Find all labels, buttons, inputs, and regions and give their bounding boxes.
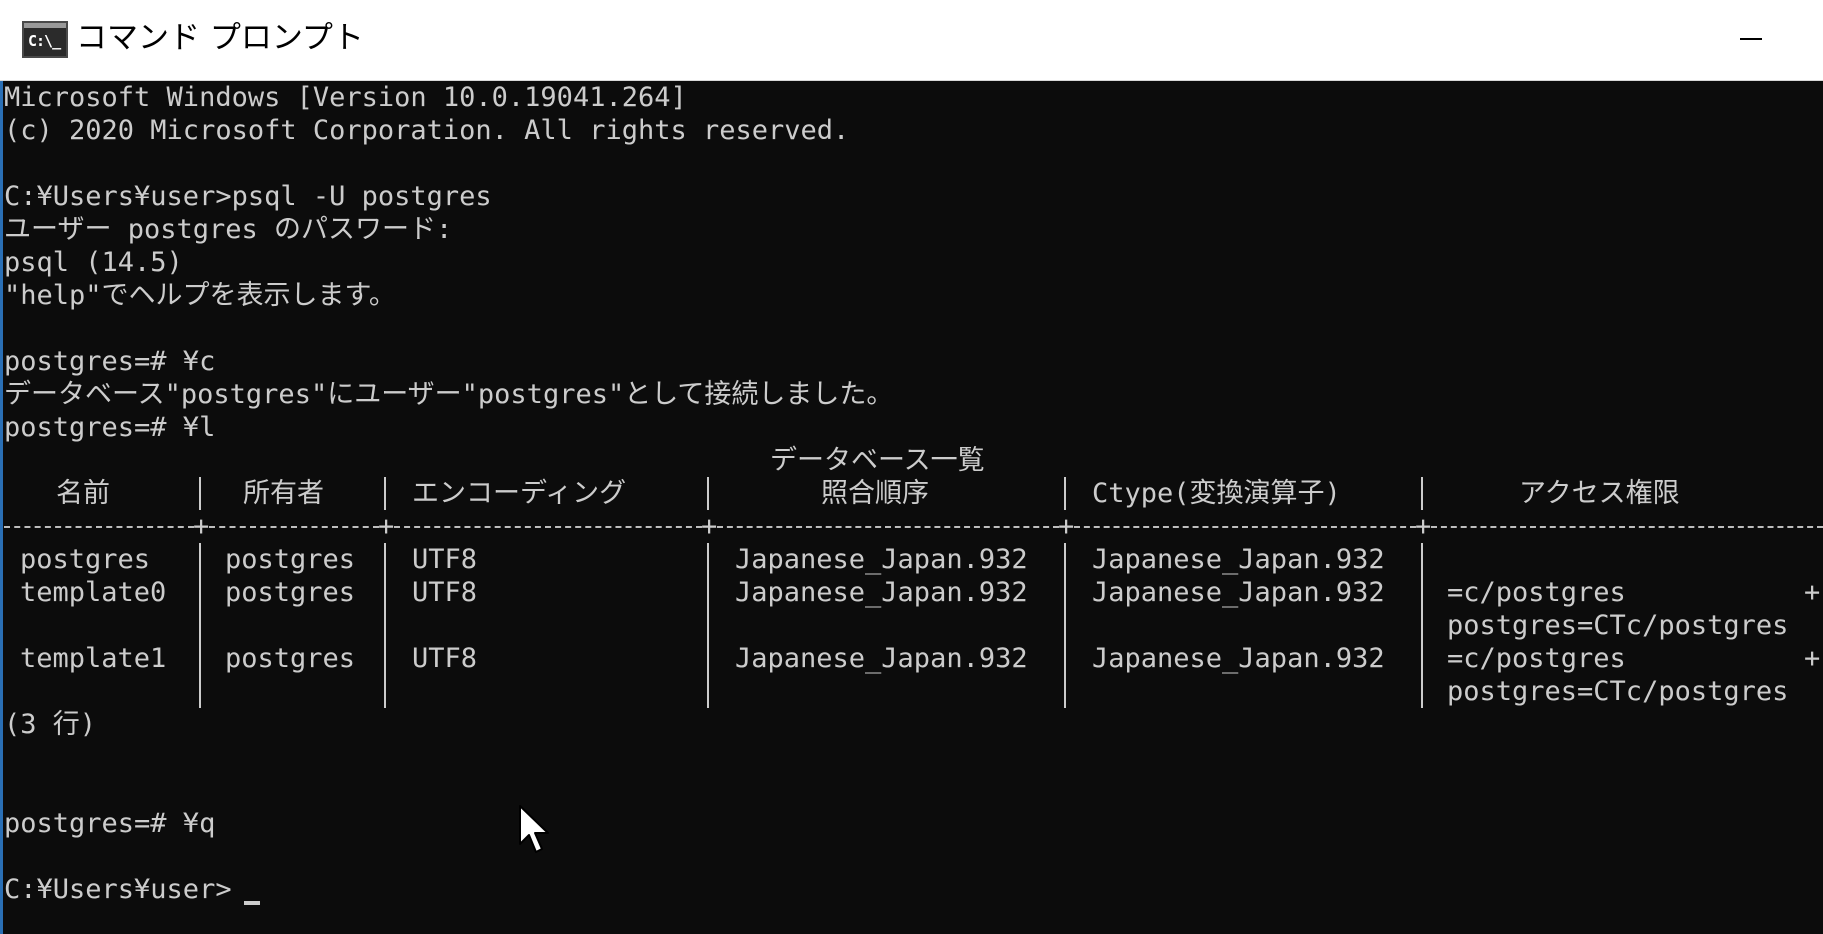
- table-row: postgres postgres UTF8 Japanese_Japan.93…: [4, 543, 1823, 576]
- table-header-divider: + + + + +: [4, 510, 1823, 543]
- cell-encoding: UTF8: [412, 643, 478, 674]
- cell-access-privileges: postgres=CTc/postgres: [1447, 610, 1789, 641]
- app-icon-glyph: C:\_: [28, 32, 61, 50]
- console-line-list-command: postgres=# ¥l: [4, 412, 216, 443]
- console-line-copyright: (c) 2020 Microsoft Corporation. All righ…: [4, 115, 850, 146]
- header-encoding: エンコーディング: [412, 478, 627, 509]
- header-owner: 所有者: [243, 478, 324, 509]
- table-header-row: 名前 所有者 エンコーディング 照合順序 Ctype(変換演算子) アクセス権限: [4, 477, 1823, 510]
- cell-ctype: Japanese_Japan.932: [1092, 577, 1385, 608]
- minimize-button[interactable]: [1722, 18, 1778, 60]
- title-bar[interactable]: C:\_ コマンド プロンプト: [0, 0, 1823, 81]
- console-line-psql-version: psql (14.5): [4, 247, 183, 278]
- console-current-prompt: C:¥Users¥user>: [4, 874, 232, 905]
- header-name: 名前: [56, 478, 110, 509]
- cell-ctype: Japanese_Japan.932: [1092, 544, 1385, 575]
- cell-encoding: UTF8: [412, 577, 478, 608]
- text-cursor: [244, 901, 260, 905]
- console-output[interactable]: Microsoft Windows [Version 10.0.19041.26…: [4, 81, 1823, 934]
- console-line-password-prompt: ユーザー postgres のパスワード:: [4, 214, 453, 245]
- cell-collate: Japanese_Japan.932: [735, 544, 1028, 575]
- cell-owner: postgres: [225, 643, 356, 674]
- header-access-privileges: アクセス権限: [1519, 478, 1680, 509]
- cell-name: template1: [20, 643, 167, 674]
- table-row-continuation: postgres=CTc/postgres: [4, 609, 1823, 642]
- cell-collate: Japanese_Japan.932: [735, 577, 1028, 608]
- window-title: コマンド プロンプト: [76, 20, 364, 56]
- window-left-edge: [0, 81, 3, 934]
- table-row: template1 postgres UTF8 Japanese_Japan.9…: [4, 642, 1823, 675]
- cell-access-privileges: =c/postgres: [1447, 577, 1626, 608]
- console-line-connect-command: postgres=# ¥c: [4, 346, 216, 377]
- console-line-help-hint: "help"でヘルプを表示します。: [4, 280, 396, 311]
- cell-owner: postgres: [225, 544, 356, 575]
- table-row-continuation: postgres=CTc/postgres: [4, 675, 1823, 708]
- header-collate: 照合順序: [821, 478, 929, 509]
- cell-access-privileges: =c/postgres: [1447, 643, 1626, 674]
- mouse-pointer-icon: [519, 805, 549, 853]
- cell-collate: Japanese_Japan.932: [735, 643, 1028, 674]
- cell-continuation-plus: +: [1804, 577, 1821, 608]
- table-row: template0 postgres UTF8 Japanese_Japan.9…: [4, 576, 1823, 609]
- cell-ctype: Japanese_Japan.932: [1092, 643, 1385, 674]
- cell-access-privileges: postgres=CTc/postgres: [1447, 676, 1789, 707]
- cmd-app-icon[interactable]: C:\_: [22, 21, 68, 58]
- table-row-count: (3 行): [4, 709, 97, 740]
- header-ctype: Ctype(変換演算子): [1092, 478, 1341, 509]
- console-line-psql-command: C:¥Users¥user>psql -U postgres: [4, 181, 492, 212]
- table-title: データベース一覧: [770, 445, 985, 476]
- cell-continuation-plus: +: [1804, 643, 1821, 674]
- cell-owner: postgres: [225, 577, 356, 608]
- cell-encoding: UTF8: [412, 544, 478, 575]
- command-prompt-window: C:\_ コマンド プロンプト Microsoft Windows [Versi…: [0, 0, 1823, 934]
- cell-name: postgres: [20, 544, 151, 575]
- console-line-version: Microsoft Windows [Version 10.0.19041.26…: [4, 82, 687, 113]
- console-line-connected-message: データベース"postgres"にユーザー"postgres"として接続しました…: [4, 379, 894, 410]
- cell-name: template0: [20, 577, 167, 608]
- minimize-icon: [1740, 38, 1762, 40]
- console-line-quit-command: postgres=# ¥q: [4, 808, 216, 839]
